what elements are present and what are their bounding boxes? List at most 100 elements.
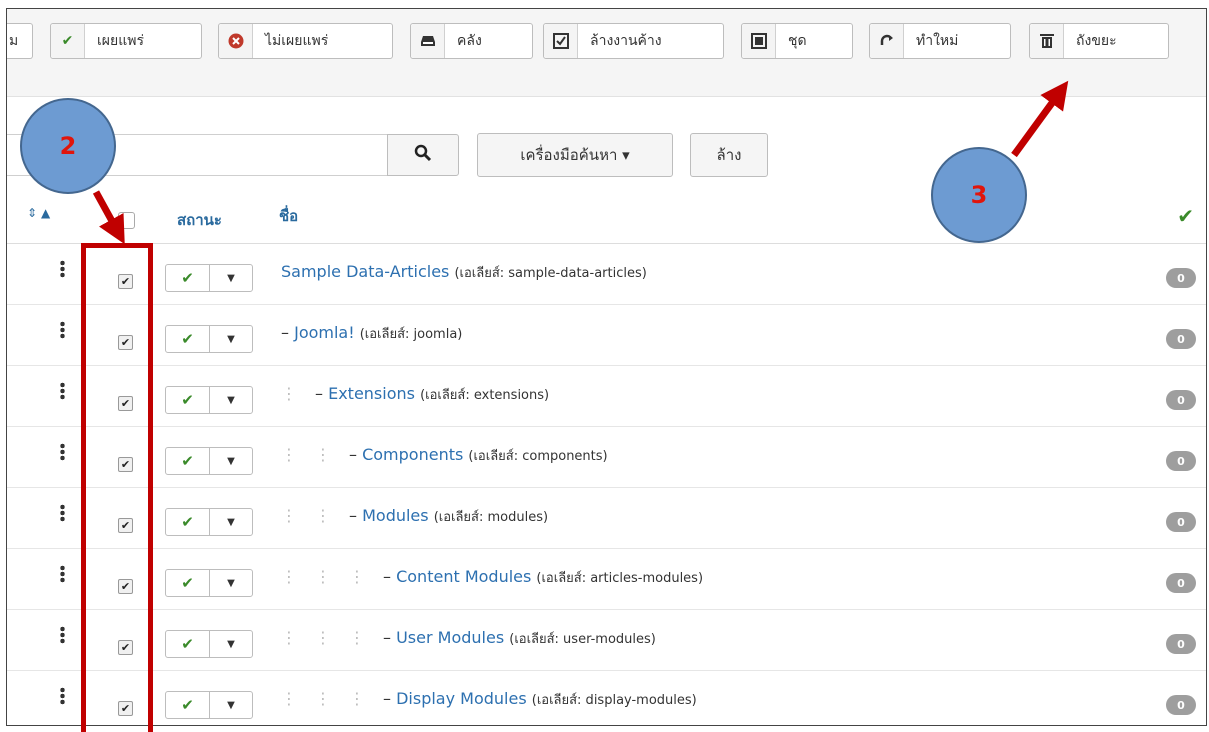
status-dropdown-caret-icon[interactable]: ▼ — [210, 448, 252, 474]
clear-button[interactable]: ล้าง — [690, 133, 768, 177]
drag-handle-icon[interactable] — [60, 260, 65, 278]
archive-button[interactable]: คลัง — [410, 23, 533, 59]
publish-button[interactable]: ✔ เผยแพร่ — [50, 23, 202, 59]
check-all-checkbox[interactable] — [118, 212, 135, 229]
batch-icon — [742, 24, 776, 58]
category-list: ✔ ✔ ▼ Sample Data-Articles (เอเลียส์: sampl… — [7, 244, 1206, 725]
trash-icon — [1030, 24, 1064, 58]
published-check-icon[interactable]: ✔ — [166, 692, 210, 718]
table-row: ✔ ✔ ▼ ⋮ – Extensions (เอเลียส์: extensions) 0 — [7, 366, 1206, 427]
category-title-link[interactable]: Joomla! — [294, 323, 355, 342]
published-count-badge[interactable]: 0 — [1166, 390, 1196, 410]
tree-dash: – — [383, 689, 397, 708]
drag-handle-icon[interactable] — [60, 321, 65, 339]
category-name: ⋮ ⋮ – Components (เอเลียส์: components) — [281, 445, 608, 466]
published-check-icon[interactable]: ✔ — [166, 509, 210, 535]
status-dropdown-caret-icon[interactable]: ▼ — [210, 265, 252, 291]
tree-dash: – — [383, 628, 397, 647]
status-toggle[interactable]: ✔ ▼ — [165, 386, 253, 414]
archive-icon — [411, 24, 445, 58]
category-title-link[interactable]: Modules — [362, 506, 429, 525]
tree-guide: ⋮ — [315, 628, 331, 647]
status-toggle[interactable]: ✔ ▼ — [165, 264, 253, 292]
category-title-link[interactable]: Display Modules — [396, 689, 527, 708]
table-row: ✔ ✔ ▼ – Joomla! (เอเลียส์: joomla) 0 — [7, 305, 1206, 366]
rebuild-button[interactable]: ทำใหม่ — [869, 23, 1011, 59]
published-check-icon[interactable]: ✔ — [166, 265, 210, 291]
status-dropdown-caret-icon[interactable]: ▼ — [210, 387, 252, 413]
category-alias: (เอเลียส์: articles-modules) — [536, 571, 704, 586]
published-count-check-icon[interactable]: ✔ — [1177, 204, 1194, 228]
category-title-link[interactable]: Sample Data-Articles — [281, 262, 449, 281]
check-in-button[interactable]: ล้างงานค้าง — [543, 23, 724, 59]
category-title-link[interactable]: User Modules — [396, 628, 504, 647]
trash-button[interactable]: ถังขยะ — [1029, 23, 1169, 59]
status-column-header[interactable]: สถานะ — [177, 208, 222, 232]
status-dropdown-caret-icon[interactable]: ▼ — [210, 326, 252, 352]
published-check-icon[interactable]: ✔ — [166, 631, 210, 657]
category-name: ⋮ ⋮ ⋮ – User Modules (เอเลียส์: user-module… — [281, 628, 656, 649]
toolbar-partial-button[interactable]: ม — [7, 23, 33, 59]
published-check-icon[interactable]: ✔ — [166, 570, 210, 596]
status-dropdown-caret-icon[interactable]: ▼ — [210, 692, 252, 718]
drag-handle-icon[interactable] — [60, 504, 65, 522]
times-circle-icon — [219, 24, 253, 58]
category-title-link[interactable]: Extensions — [328, 384, 415, 403]
partial-button-fragment: ม — [9, 33, 19, 49]
drag-handle-icon[interactable] — [60, 687, 65, 705]
batch-button[interactable]: ชุด — [741, 23, 853, 59]
table-row: ✔ ✔ ▼ ⋮ ⋮ – Modules (เอเลียส์: modules) 0 — [7, 488, 1206, 549]
tree-dash: – — [281, 323, 295, 342]
status-toggle[interactable]: ✔ ▼ — [165, 691, 253, 719]
tree-guide: ⋮ — [349, 567, 365, 586]
status-dropdown-caret-icon[interactable]: ▼ — [210, 509, 252, 535]
ordering-sort-icon[interactable]: ⇕▲ — [27, 206, 54, 220]
category-name: ⋮ ⋮ ⋮ – Content Modules (เอเลียส์: articles… — [281, 567, 703, 588]
published-check-icon[interactable]: ✔ — [166, 387, 210, 413]
tree-guide: ⋮ — [281, 384, 297, 403]
tree-dash: – — [383, 567, 397, 586]
published-count-badge[interactable]: 0 — [1166, 512, 1196, 532]
tree-dash: – — [349, 445, 363, 464]
drag-handle-icon[interactable] — [60, 565, 65, 583]
published-count-badge[interactable]: 0 — [1166, 268, 1196, 288]
drag-handle-icon[interactable] — [60, 626, 65, 644]
status-toggle[interactable]: ✔ ▼ — [165, 508, 253, 536]
category-title-link[interactable]: Components — [362, 445, 463, 464]
status-dropdown-caret-icon[interactable]: ▼ — [210, 570, 252, 596]
search-tools-button[interactable]: เครื่องมือค้นหา ▾ — [477, 133, 673, 177]
check-in-label: ล้างงานค้าง — [590, 33, 662, 49]
published-count-badge[interactable]: 0 — [1166, 451, 1196, 471]
drag-handle-icon[interactable] — [60, 443, 65, 461]
category-name: ⋮ ⋮ – Modules (เอเลียส์: modules) — [281, 506, 548, 527]
refresh-icon — [870, 24, 904, 58]
status-dropdown-caret-icon[interactable]: ▼ — [210, 631, 252, 657]
search-icon — [414, 144, 432, 167]
status-toggle[interactable]: ✔ ▼ — [165, 569, 253, 597]
name-column-header[interactable]: ชื่อ — [279, 204, 298, 228]
article-categories-screen: ม ✔ เผยแพร่ ไม่เผยแพร่ คลัง ล้างงานค้าง — [6, 8, 1207, 726]
tree-guide: ⋮ — [315, 506, 331, 525]
published-count-badge[interactable]: 0 — [1166, 634, 1196, 654]
published-count-badge[interactable]: 0 — [1166, 695, 1196, 715]
drag-handle-icon[interactable] — [60, 382, 65, 400]
published-check-icon[interactable]: ✔ — [166, 326, 210, 352]
archive-label: คลัง — [457, 33, 482, 49]
search-button[interactable] — [387, 134, 459, 176]
status-toggle[interactable]: ✔ ▼ — [165, 630, 253, 658]
tree-guide: ⋮ — [281, 628, 297, 647]
category-title-link[interactable]: Content Modules — [396, 567, 531, 586]
checkbox-icon — [544, 24, 578, 58]
status-toggle[interactable]: ✔ ▼ — [165, 447, 253, 475]
rebuild-label: ทำใหม่ — [916, 33, 959, 49]
published-count-badge[interactable]: 0 — [1166, 329, 1196, 349]
unpublish-button[interactable]: ไม่เผยแพร่ — [218, 23, 393, 59]
tree-guide: ⋮ — [281, 567, 297, 586]
category-name: – Joomla! (เอเลียส์: joomla) — [281, 323, 462, 344]
published-count-badge[interactable]: 0 — [1166, 573, 1196, 593]
status-toggle[interactable]: ✔ ▼ — [165, 325, 253, 353]
published-check-icon[interactable]: ✔ — [166, 448, 210, 474]
toolbar: ม ✔ เผยแพร่ ไม่เผยแพร่ คลัง ล้างงานค้าง — [7, 9, 1206, 97]
tree-guide: ⋮ — [281, 506, 297, 525]
unpublish-label: ไม่เผยแพร่ — [265, 33, 329, 49]
